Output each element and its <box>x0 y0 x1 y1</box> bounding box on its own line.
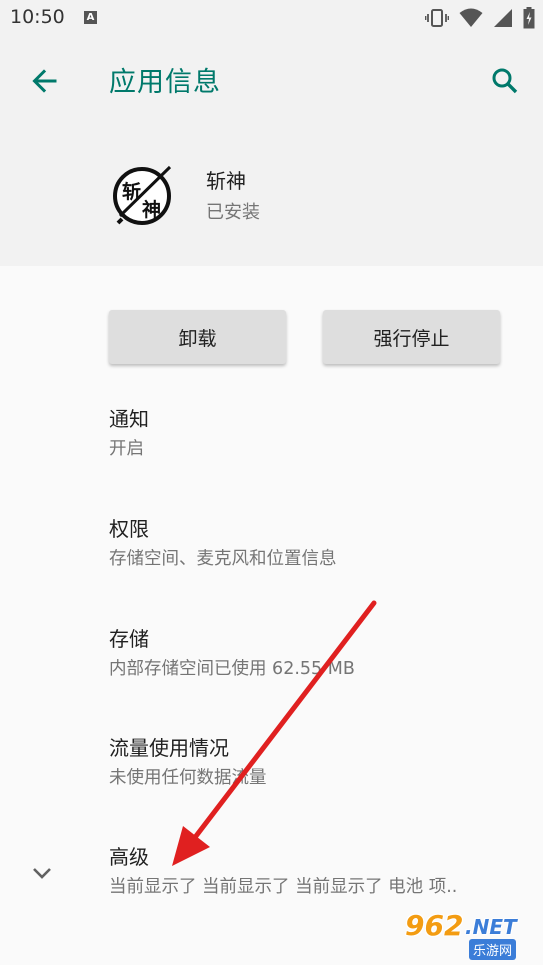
notification-a-icon: A <box>84 11 97 24</box>
search-button[interactable] <box>485 60 525 100</box>
page-title: 应用信息 <box>109 67 221 98</box>
pref-title: 通知 <box>109 407 149 431</box>
pref-item-advanced[interactable]: 高级 当前显示了 当前显示了 当前显示了 电池 项.. <box>109 843 529 900</box>
watermark-suffix: .NET <box>465 915 517 939</box>
app-icon: 斩 神 <box>108 161 178 231</box>
wifi-icon <box>459 8 483 27</box>
battery-charging-icon <box>523 7 535 29</box>
pref-summary: 内部存储空间已使用 62.55 MB <box>109 659 355 679</box>
watermark-logo: 962 .NET 乐游网 <box>405 909 537 961</box>
pref-summary: 存储空间、麦克风和位置信息 <box>109 549 337 569</box>
app-icon-glyph-1: 斩 <box>122 181 142 203</box>
pref-summary: 未使用任何数据流量 <box>109 768 267 788</box>
pref-item-permissions[interactable]: 权限 存储空间、麦克风和位置信息 <box>109 515 529 572</box>
force-stop-button[interactable]: 强行停止 <box>323 310 500 364</box>
status-time: 10:50 <box>10 6 65 28</box>
arrow-back-icon <box>32 69 57 93</box>
app-header: 应用信息 斩 神 <box>0 36 543 266</box>
signal-icon <box>494 9 512 27</box>
pref-title: 流量使用情况 <box>109 736 229 760</box>
app-name: 斩神 <box>206 169 246 193</box>
pref-title: 权限 <box>109 517 149 541</box>
app-install-status: 已安装 <box>206 202 260 223</box>
pref-item-notifications[interactable]: 通知 开启 <box>109 405 529 462</box>
search-icon <box>492 68 518 94</box>
pref-summary: 当前显示了 当前显示了 当前显示了 电池 项.. <box>109 877 458 897</box>
pref-summary: 开启 <box>109 439 144 459</box>
watermark-site-name: 乐游网 <box>469 939 517 960</box>
pref-title: 存储 <box>109 627 149 651</box>
status-bar: 10:50 A <box>0 0 543 36</box>
watermark-number: 962 <box>405 909 464 942</box>
chevron-down-icon[interactable] <box>28 858 56 886</box>
pref-title: 高级 <box>109 845 149 869</box>
back-button[interactable] <box>24 60 64 100</box>
uninstall-button[interactable]: 卸载 <box>109 310 286 364</box>
pref-item-data-usage[interactable]: 流量使用情况 未使用任何数据流量 <box>109 734 529 791</box>
status-icons <box>425 6 535 30</box>
app-icon-glyph-2: 神 <box>142 199 162 221</box>
pref-item-storage[interactable]: 存储 内部存储空间已使用 62.55 MB <box>109 625 529 682</box>
vibrate-icon <box>425 9 449 27</box>
